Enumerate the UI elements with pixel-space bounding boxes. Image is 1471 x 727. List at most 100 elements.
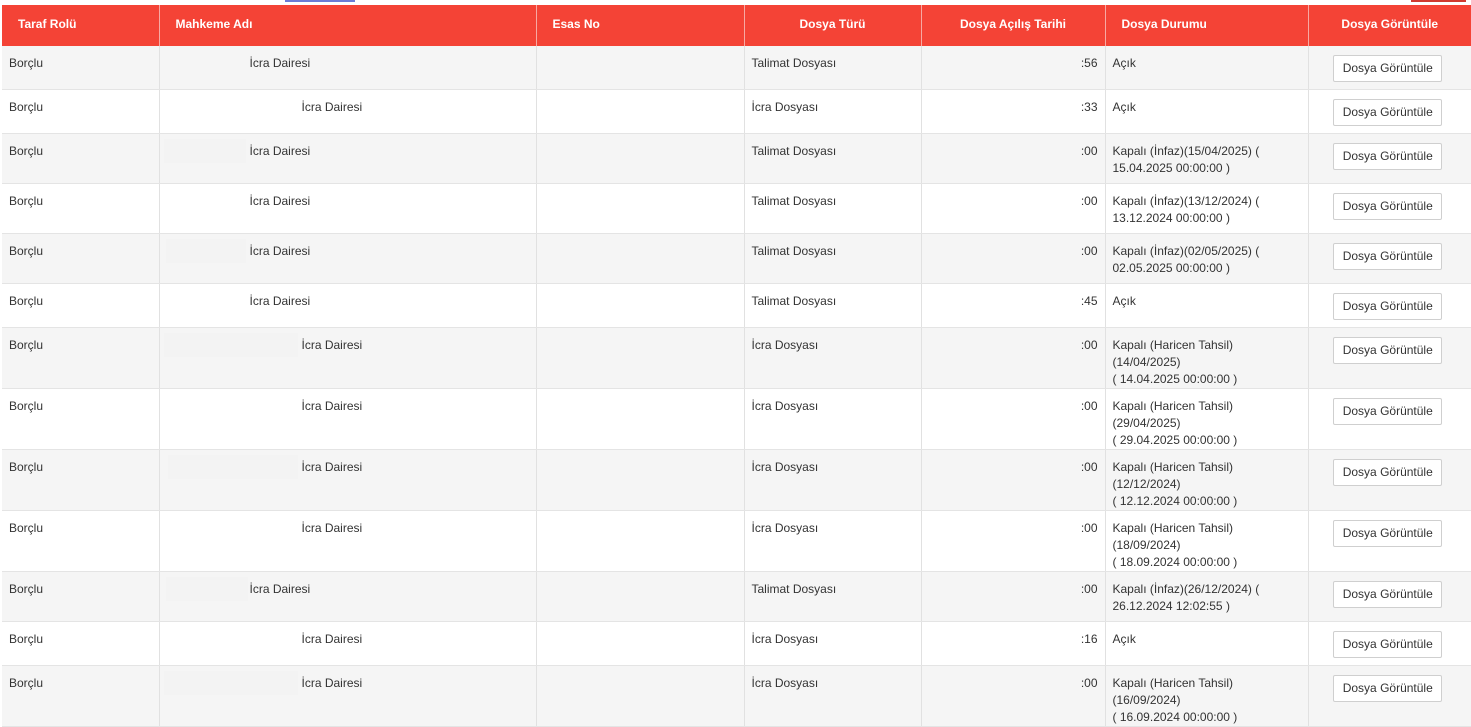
court-name: İcra Dairesi: [249, 56, 311, 70]
court-name: İcra Dairesi: [301, 338, 363, 352]
cell-esas-no: [536, 388, 745, 450]
table-row: Borçlu İcra Dairesi İcra Dosyası:00 Kapalı …: [2, 388, 1471, 450]
cell-dosya-turu: İcra Dosyası: [744, 327, 922, 389]
header-taraf-rolu[interactable]: Taraf Rolü: [2, 5, 160, 46]
dosya-goruntule-button[interactable]: Dosya Görüntüle: [1333, 398, 1443, 425]
dosya-goruntule-button[interactable]: Dosya Görüntüle: [1333, 631, 1443, 658]
cell-dosya-turu: Talimat Dosyası: [744, 571, 922, 622]
cell-dosya-acilis-tarihi: :33: [921, 89, 1106, 134]
cell-dosya-durumu: Açık: [1105, 283, 1309, 328]
header-mahkeme-adi[interactable]: Mahkeme Adı: [159, 5, 537, 46]
status-line: ( 12.12.2024 00:00:00 ): [1112, 494, 1238, 508]
court-name: İcra Dairesi: [301, 399, 363, 413]
status-line: Kapalı (İnfaz)(13/12/2024) (: [1112, 194, 1260, 208]
table-row: Borçlu İcra Dairesi İcra Dosyası:33 Açık Dos…: [2, 89, 1471, 134]
cell-esas-no: [536, 283, 745, 328]
cell-esas-no: [536, 46, 745, 90]
cell-mahkeme-adi: İcra Dairesi: [159, 510, 537, 572]
status-line: Kapalı (Haricen Tahsil)(12/12/2024): [1112, 460, 1234, 491]
cell-dosya-acilis-tarihi: :00: [921, 665, 1106, 727]
court-name: İcra Dairesi: [249, 244, 311, 258]
header-dosya-turu[interactable]: Dosya Türü: [744, 5, 922, 46]
cell-dosya-turu: Talimat Dosyası: [744, 283, 922, 328]
cell-esas-no: [536, 621, 745, 666]
dosya-goruntule-button[interactable]: Dosya Görüntüle: [1333, 99, 1443, 126]
cell-mahkeme-adi: İcra Dairesi: [159, 133, 537, 184]
cell-dosya-turu: İcra Dosyası: [744, 621, 922, 666]
court-name: İcra Dairesi: [249, 294, 311, 308]
dosya-goruntule-button[interactable]: Dosya Görüntüle: [1333, 459, 1443, 486]
status-line: ( 18.09.2024 00:00:00 ): [1112, 555, 1238, 569]
court-name: İcra Dairesi: [301, 460, 363, 474]
table-row: Borçlu İcra Dairesi İcra Dosyası:16 Açık Dos…: [2, 621, 1471, 666]
cell-dosya-durumu: Kapalı (İnfaz)(02/05/2025) ( 02.05.2025 0…: [1105, 233, 1309, 284]
status-line: Kapalı (İnfaz)(02/05/2025) (: [1112, 244, 1260, 258]
court-name: İcra Dairesi: [249, 144, 311, 158]
status-line: Kapalı (Haricen Tahsil)(14/04/2025): [1112, 338, 1234, 369]
cell-dosya-durumu: Kapalı (İnfaz)(15/04/2025) ( 15.04.2025 0…: [1105, 133, 1309, 184]
cell-esas-no: [536, 571, 745, 622]
cell-esas-no: [536, 89, 745, 134]
cell-dosya-durumu: Kapalı (İnfaz)(26/12/2024) (26.12.2024 1…: [1105, 571, 1309, 622]
status-line: Kapalı (Haricen Tahsil)(18/09/2024): [1112, 521, 1234, 552]
cell-mahkeme-adi: İcra Dairesi: [159, 283, 537, 328]
header-dosya-acilis-tarihi[interactable]: Dosya Açılış Tarihi: [921, 5, 1106, 46]
redacted-area: [167, 455, 298, 479]
cell-mahkeme-adi: İcra Dairesi: [159, 327, 537, 389]
cell-dosya-durumu: Kapalı (İnfaz)(13/12/2024) (13.12.2024 0…: [1105, 183, 1309, 234]
cell-dosya-goruntule: Dosya Görüntüle: [1308, 665, 1471, 727]
dosya-goruntule-button[interactable]: Dosya Görüntüle: [1333, 243, 1443, 270]
cell-taraf-rolu: Borçlu: [2, 510, 160, 572]
dosya-goruntule-button[interactable]: Dosya Görüntüle: [1333, 193, 1443, 220]
cell-taraf-rolu: Borçlu: [2, 449, 160, 511]
cell-dosya-durumu: Kapalı (Haricen Tahsil)(29/04/2025) ( 29.…: [1105, 388, 1309, 450]
cell-dosya-turu: Talimat Dosyası: [744, 46, 922, 90]
dosya-goruntule-button[interactable]: Dosya Görüntüle: [1333, 675, 1443, 702]
table-row: Borçlu İcra Dairesi İcra Dosyası:00 Kapalı …: [2, 449, 1471, 511]
dosya-goruntule-button[interactable]: Dosya Görüntüle: [1333, 337, 1443, 364]
cell-dosya-goruntule: Dosya Görüntüle: [1308, 46, 1471, 90]
cell-dosya-durumu: Kapalı (Haricen Tahsil)(14/04/2025) ( 14.…: [1105, 327, 1309, 389]
cell-dosya-goruntule: Dosya Görüntüle: [1308, 571, 1471, 622]
cell-dosya-turu: Talimat Dosyası: [744, 233, 922, 284]
dosya-goruntule-button[interactable]: Dosya Görüntüle: [1333, 143, 1443, 170]
status-line: Kapalı (Haricen Tahsil)(29/04/2025): [1112, 399, 1234, 430]
status-line: 02.05.2025 00:00:00 ): [1112, 261, 1230, 275]
cell-esas-no: [536, 449, 745, 511]
status-line: 26.12.2024 12:02:55 ): [1112, 599, 1230, 613]
cell-dosya-durumu: Kapalı (Haricen Tahsil)(16/09/2024) ( 16.…: [1105, 665, 1309, 727]
court-name: İcra Dairesi: [249, 194, 311, 208]
cell-esas-no: [536, 510, 745, 572]
cell-mahkeme-adi: İcra Dairesi: [159, 233, 537, 284]
header-dosya-goruntule: Dosya Görüntüle: [1308, 5, 1471, 46]
dosya-goruntule-button[interactable]: Dosya Görüntüle: [1333, 55, 1443, 82]
status-line: Açık: [1112, 294, 1136, 308]
status-line: Kapalı (İnfaz)(15/04/2025) (: [1112, 144, 1260, 158]
dosya-goruntule-button[interactable]: Dosya Görüntüle: [1333, 520, 1443, 547]
header-dosya-durumu[interactable]: Dosya Durumu: [1105, 5, 1309, 46]
cell-mahkeme-adi: İcra Dairesi: [159, 89, 537, 134]
cell-dosya-goruntule: Dosya Görüntüle: [1308, 510, 1471, 572]
cell-dosya-goruntule: Dosya Görüntüle: [1308, 283, 1471, 328]
court-name: İcra Dairesi: [249, 582, 311, 596]
cell-dosya-durumu: Açık: [1105, 89, 1309, 134]
table-header-row: Taraf Rolü Mahkeme Adı Esas No Dosya Tür…: [2, 5, 1471, 46]
cell-dosya-durumu: Açık: [1105, 621, 1309, 666]
cell-dosya-goruntule: Dosya Görüntüle: [1308, 89, 1471, 134]
cell-dosya-acilis-tarihi: :00: [921, 133, 1106, 184]
cell-taraf-rolu: Borçlu: [2, 89, 160, 134]
cell-mahkeme-adi: İcra Dairesi: [159, 621, 537, 666]
dosya-goruntule-button[interactable]: Dosya Görüntüle: [1333, 293, 1443, 320]
cell-esas-no: [536, 233, 745, 284]
status-line: 15.04.2025 00:00:00 ): [1112, 161, 1230, 175]
cell-dosya-acilis-tarihi: :00: [921, 449, 1106, 511]
cell-dosya-goruntule: Dosya Görüntüle: [1308, 233, 1471, 284]
cell-taraf-rolu: Borçlu: [2, 388, 160, 450]
header-esas-no[interactable]: Esas No: [536, 5, 745, 46]
redacted-area: [165, 239, 246, 263]
cell-dosya-acilis-tarihi: :00: [921, 571, 1106, 622]
cell-dosya-acilis-tarihi: :00: [921, 327, 1106, 389]
cell-dosya-turu: İcra Dosyası: [744, 388, 922, 450]
dosya-goruntule-button[interactable]: Dosya Görüntüle: [1333, 581, 1443, 608]
cell-mahkeme-adi: İcra Dairesi: [159, 46, 537, 90]
